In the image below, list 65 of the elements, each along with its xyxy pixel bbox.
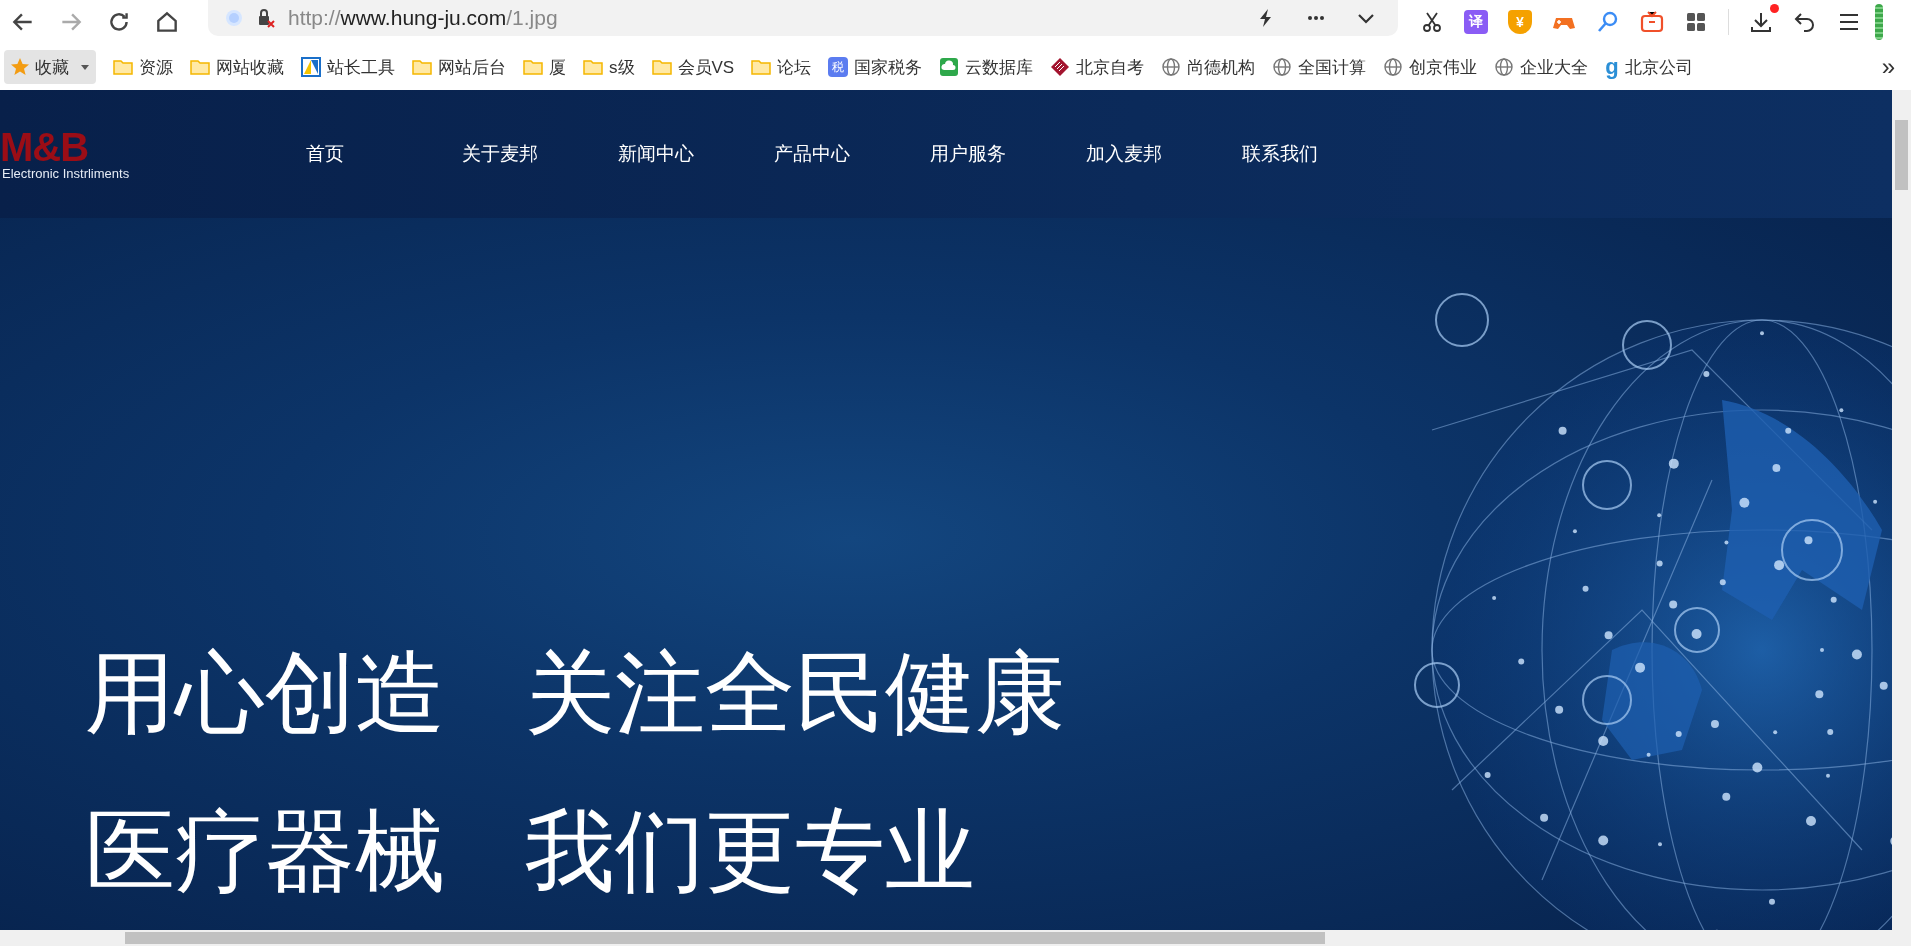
- scrollbar-thumb[interactable]: [125, 932, 1325, 944]
- folder-icon: [412, 57, 432, 77]
- folder-icon: [113, 57, 133, 77]
- hero-headline: 医疗器械: [85, 801, 445, 901]
- site-favicon-icon: [1050, 57, 1071, 77]
- scroll-indicator: [1875, 4, 1883, 40]
- nav-link[interactable]: 用户服务: [930, 141, 1086, 167]
- folder-icon: [751, 57, 772, 77]
- bookmark-item[interactable]: 论坛: [751, 55, 812, 79]
- site-favicon-icon: [301, 57, 321, 77]
- bookmark-item[interactable]: 网站收藏: [190, 55, 284, 79]
- site-favicon-icon: g: [1605, 54, 1620, 80]
- scrollbar-thumb[interactable]: [1895, 120, 1908, 190]
- globe-icon: [1272, 57, 1293, 77]
- logo-tagline: Electronic Instrliments: [1, 165, 131, 181]
- address-bar[interactable]: http://www.hung-ju.com/1.jpg: [208, 0, 1398, 36]
- cloud-icon: [939, 57, 960, 77]
- nav-link[interactable]: 产品中心: [774, 141, 930, 167]
- bookmark-item[interactable]: 会员VS: [651, 55, 735, 79]
- bookmark-item[interactable]: s级: [583, 55, 635, 79]
- bookmark-item[interactable]: 尚德机构: [1161, 55, 1256, 79]
- bookmark-item[interactable]: 北京自考: [1050, 55, 1145, 79]
- folder-icon: [523, 57, 543, 77]
- star-icon: [10, 57, 30, 77]
- url-text[interactable]: http://www.hung-ju.com/1.jpg: [288, 6, 558, 30]
- apps-icon[interactable]: [1684, 10, 1708, 34]
- undo-icon[interactable]: [1793, 10, 1817, 34]
- nav-link[interactable]: 新闻中心: [618, 141, 774, 167]
- caret-icon: [80, 62, 90, 72]
- bookmark-item[interactable]: 创京伟业: [1383, 55, 1478, 79]
- bookmark-item[interactable]: 资源: [113, 55, 173, 79]
- nav-link[interactable]: 联系我们: [1242, 141, 1398, 167]
- home-icon[interactable]: [154, 9, 180, 35]
- bookmark-item[interactable]: g 北京公司: [1605, 54, 1694, 80]
- nav-link[interactable]: 首页: [306, 141, 462, 167]
- bookmark-item[interactable]: 网站后台: [412, 55, 506, 79]
- horizontal-scrollbar[interactable]: [0, 930, 1911, 946]
- search-icon[interactable]: [1596, 10, 1620, 34]
- bookmark-item[interactable]: 云数据库: [939, 55, 1034, 79]
- folder-icon: [583, 57, 603, 77]
- hero-headline: 关注全民健康: [525, 643, 1065, 743]
- hero-headline: 我们更专业: [525, 801, 975, 901]
- bookmark-item[interactable]: 站长工具: [301, 55, 395, 79]
- favorites-button[interactable]: 收藏: [4, 50, 96, 84]
- translate-icon[interactable]: 译: [1464, 10, 1488, 34]
- folder-icon: [190, 57, 210, 77]
- bookmark-item[interactable]: 企业大全: [1494, 55, 1589, 79]
- globe-icon: [1383, 57, 1404, 77]
- more-bookmarks-button[interactable]: »: [1869, 53, 1907, 81]
- globe-icon: [1494, 57, 1515, 77]
- tv-icon[interactable]: [1640, 10, 1664, 34]
- site-icon: [224, 8, 244, 28]
- download-icon[interactable]: [1749, 10, 1773, 34]
- bookmark-item[interactable]: 税 国家税务: [828, 55, 923, 79]
- vertical-scrollbar[interactable]: [1892, 90, 1911, 930]
- bookmark-item[interactable]: 厦: [523, 55, 566, 79]
- nav-link[interactable]: 加入麦邦: [1086, 141, 1242, 167]
- site-favicon-icon: 税: [828, 57, 849, 77]
- hero-headline: 用心创造: [85, 643, 445, 743]
- folder-icon: [651, 57, 672, 77]
- bookmark-item[interactable]: 全国计算: [1272, 55, 1367, 79]
- insecure-lock-icon[interactable]: [256, 8, 276, 28]
- nav-link[interactable]: 关于麦邦: [462, 141, 618, 167]
- globe-icon: [1161, 57, 1182, 77]
- scissors-icon[interactable]: [1420, 10, 1444, 34]
